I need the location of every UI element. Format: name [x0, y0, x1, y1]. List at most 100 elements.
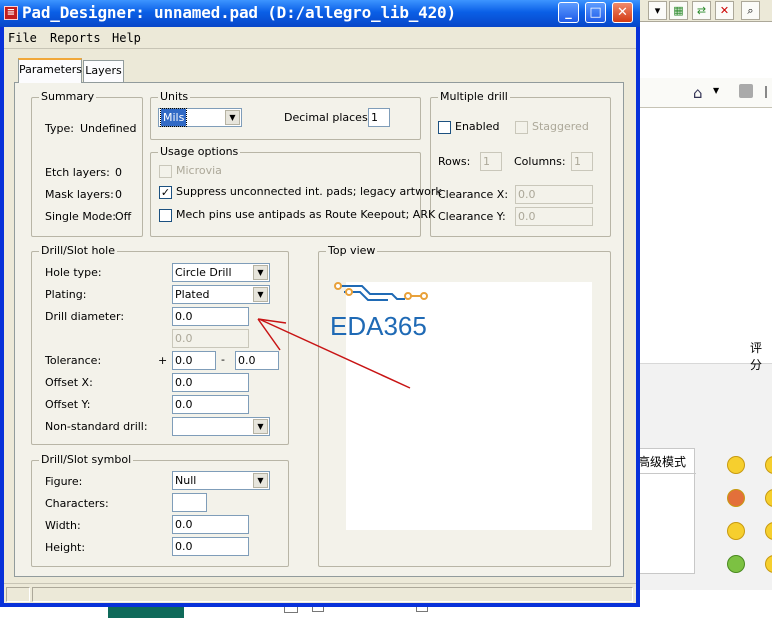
suppress-label[interactable]: Suppress unconnected int. pads; legacy a…: [176, 185, 442, 198]
characters-input[interactable]: [172, 493, 207, 512]
units-group: Units Mils ▼ Decimal places: 1: [150, 90, 421, 140]
tab-parameters[interactable]: Parameters: [18, 58, 82, 83]
type-value: Undefined: [80, 122, 137, 135]
home-icon[interactable]: ⌂: [693, 84, 703, 102]
offset-y-input[interactable]: 0.0: [172, 395, 249, 414]
minimize-button[interactable]: _: [558, 2, 579, 23]
mask-layers-value: 0: [115, 188, 122, 201]
non-standard-drill-label: Non-standard drill:: [45, 420, 148, 433]
dropdown-arrow-icon[interactable]: ▼: [713, 86, 719, 95]
units-legend: Units: [158, 90, 191, 103]
multiple-drill-legend: Multiple drill: [438, 90, 510, 103]
background-toolbar: ▾ ▦ ⇄ ✕ ⌕: [637, 0, 772, 22]
divider: [765, 86, 767, 98]
decimal-places-input[interactable]: 1: [368, 108, 390, 127]
hole-type-select[interactable]: Circle Drill ▼: [172, 263, 270, 282]
plating-select[interactable]: Plated ▼: [172, 285, 270, 304]
tolerance-plus-sign: +: [158, 354, 168, 367]
height-input[interactable]: 0.0: [172, 537, 249, 556]
single-mode-label: Single Mode:: [45, 210, 116, 223]
menu-help[interactable]: Help: [112, 31, 141, 45]
decimal-places-label: Decimal places:: [284, 111, 372, 124]
background-nav-bar: ⌂ ▼: [637, 78, 772, 108]
chevron-down-icon[interactable]: ▼: [253, 419, 268, 434]
usage-options-group: Usage options Microvia ✓ Suppress unconn…: [150, 145, 442, 237]
maximize-button[interactable]: □: [585, 2, 606, 23]
characters-label: Characters:: [45, 497, 109, 510]
suppress-checkbox[interactable]: ✓: [159, 186, 172, 199]
status-bar: [4, 583, 636, 603]
offset-x-label: Offset X:: [45, 376, 93, 389]
rows-input[interactable]: 1: [480, 152, 502, 171]
etch-layers-label: Etch layers:: [45, 166, 110, 179]
title-bar[interactable]: ≡ Pad_Designer: unnamed.pad (D:/allegro_…: [0, 0, 640, 27]
chevron-down-icon[interactable]: ▼: [253, 287, 268, 302]
clearance-x-input[interactable]: 0.0: [515, 185, 593, 204]
tab-layers[interactable]: Layers: [83, 60, 124, 82]
clearance-x-label: Clearance X:: [438, 188, 509, 201]
drill-slot-hole-legend: Drill/Slot hole: [39, 244, 117, 257]
plating-label: Plating:: [45, 288, 87, 301]
advanced-mode-label[interactable]: 高级模式: [638, 453, 686, 470]
plating-value: Plated: [175, 288, 210, 301]
offset-x-input[interactable]: 0.0: [172, 373, 249, 392]
figure-select[interactable]: Null ▼: [172, 471, 270, 490]
thinking-face-icon[interactable]: [727, 522, 745, 540]
columns-label: Columns:: [514, 155, 566, 168]
width-input[interactable]: 0.0: [172, 515, 249, 534]
close-button[interactable]: ✕: [612, 2, 633, 23]
drill-diameter-input[interactable]: 0.0: [172, 307, 249, 326]
chevron-down-icon[interactable]: ▼: [253, 265, 268, 280]
chevron-down-icon[interactable]: ▼: [225, 110, 240, 125]
rss-icon[interactable]: [739, 84, 753, 98]
microvia-checkbox[interactable]: [159, 165, 172, 178]
staggered-label: Staggered: [532, 120, 589, 133]
mech-pins-label[interactable]: Mech pins use antipads as Route Keepout;…: [176, 208, 435, 221]
spreadsheet-icon[interactable]: ▦: [669, 1, 688, 20]
figure-icon[interactable]: [727, 555, 745, 573]
search-icon[interactable]: ⌕: [741, 1, 760, 20]
status-pane: [6, 587, 30, 602]
close-icon: ✕: [617, 5, 628, 20]
clearance-y-input[interactable]: 0.0: [515, 207, 593, 226]
annotation-arrow: [257, 318, 411, 389]
background-content-area: [637, 108, 772, 328]
menu-bar: File Reports Help: [4, 27, 636, 49]
angry-face-icon[interactable]: [727, 489, 745, 507]
top-view-legend: Top view: [326, 244, 378, 257]
drill-slot-symbol-legend: Drill/Slot symbol: [39, 453, 134, 466]
non-standard-drill-select[interactable]: ▼: [172, 417, 270, 436]
dropdown-arrow-icon[interactable]: ▾: [648, 1, 667, 20]
delete-icon[interactable]: ✕: [715, 1, 734, 20]
height-label: Height:: [45, 541, 86, 554]
menu-reports[interactable]: Reports: [50, 31, 101, 45]
app-icon[interactable]: ≡: [4, 6, 18, 20]
maximize-icon: □: [589, 5, 602, 20]
units-select[interactable]: Mils ▼: [158, 108, 242, 127]
chevron-down-icon[interactable]: ▼: [253, 473, 268, 488]
smiley-icon[interactable]: [727, 456, 745, 474]
width-label: Width:: [45, 519, 81, 532]
enabled-checkbox[interactable]: [438, 121, 451, 134]
drill-diameter-secondary-input[interactable]: 0.0: [172, 329, 249, 348]
menu-file[interactable]: File: [8, 31, 37, 45]
rows-label: Rows:: [438, 155, 471, 168]
mech-pins-checkbox[interactable]: [159, 209, 172, 222]
hole-type-value: Circle Drill: [175, 266, 232, 279]
columns-input[interactable]: 1: [571, 152, 593, 171]
tolerance-plus-input[interactable]: 0.0: [172, 351, 216, 370]
tolerance-label: Tolerance:: [45, 354, 102, 367]
clearance-y-label: Clearance Y:: [438, 210, 506, 223]
figure-label: Figure:: [45, 475, 83, 488]
status-pane: [32, 587, 633, 602]
window-title: Pad_Designer: unnamed.pad (D:/allegro_li…: [22, 3, 456, 22]
rating-label: 评分: [750, 341, 763, 372]
staggered-checkbox[interactable]: [515, 121, 528, 134]
multiple-drill-group: Multiple drill Enabled Staggered Rows: 1…: [430, 90, 611, 237]
tolerance-minus-sign: -: [221, 353, 225, 366]
etch-layers-value: 0: [115, 166, 122, 179]
minimize-icon: _: [565, 5, 572, 20]
refresh-icon[interactable]: ⇄: [692, 1, 711, 20]
single-mode-value: Off: [115, 210, 132, 223]
enabled-label[interactable]: Enabled: [455, 120, 499, 133]
